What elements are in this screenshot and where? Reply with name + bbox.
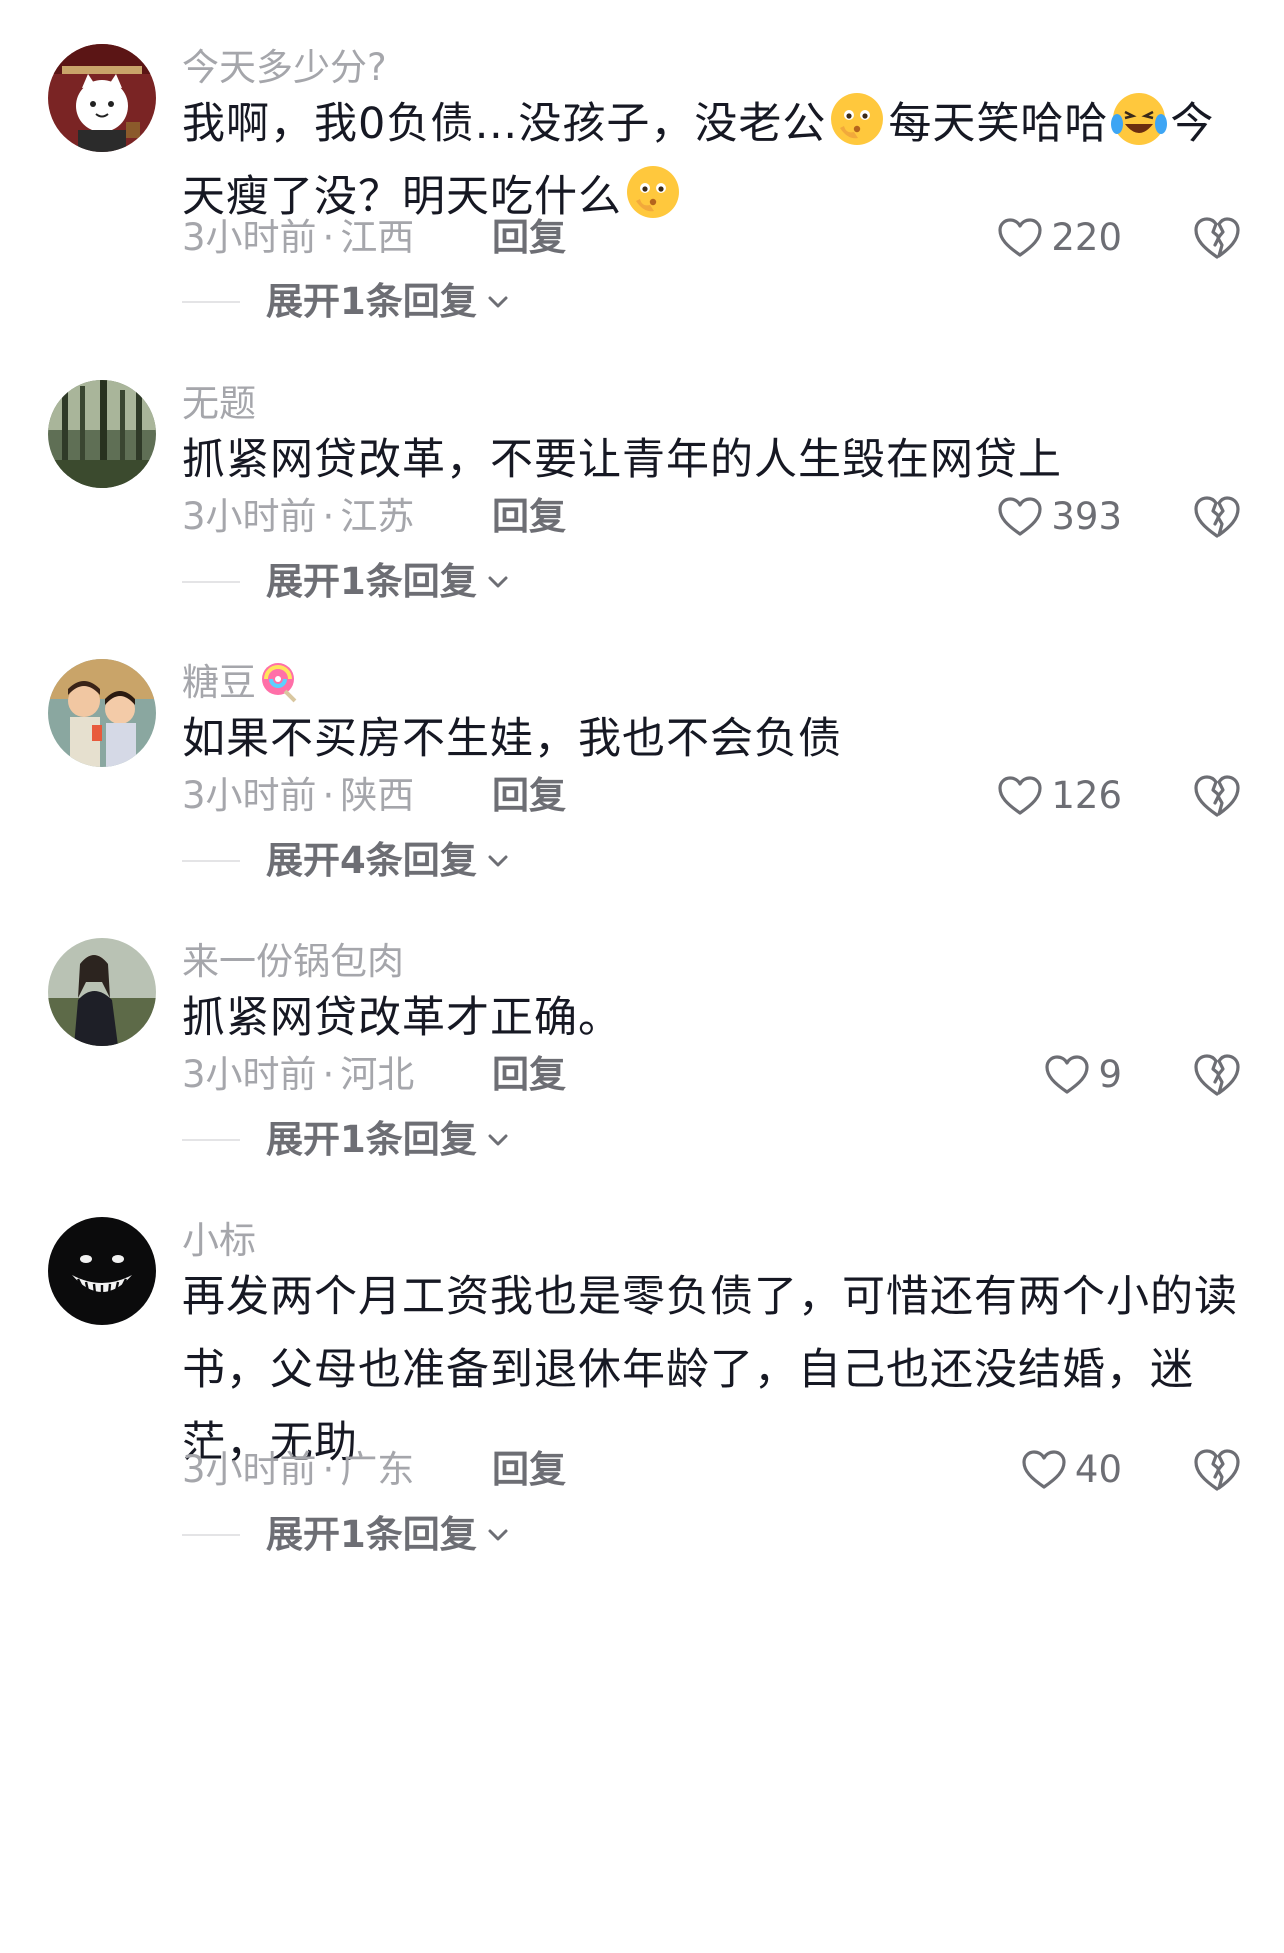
heart-outline-icon [998,776,1042,815]
divider-line [182,860,240,862]
comment-list: 今天多少分? 我啊，我0负债…没孩子，没老公 每天笑哈哈 今天瘦了没？明天吃什么 3… [0,0,1284,1953]
broken-heart-icon[interactable] [1192,493,1242,541]
expand-replies-label: 展开4条回复 [266,839,477,882]
reply-button[interactable]: 回复 [492,491,566,543]
meta-separator: · [322,1448,335,1491]
comment-meta: 3小时前 · 陕西 回复 126 [182,770,1242,822]
reply-button[interactable]: 回复 [492,1049,566,1101]
username[interactable]: 小标 [182,1215,256,1267]
comment-item: 今天多少分? 我啊，我0负债…没孩子，没老公 每天笑哈哈 今天瘦了没？明天吃什么 3… [0,42,1284,342]
like-button[interactable]: 126 [997,770,1122,822]
username[interactable]: 糖豆 [182,657,302,709]
username-text: 糖豆 [182,661,256,704]
avatar[interactable] [48,380,156,488]
chevron-down-icon [488,1134,508,1146]
meta-separator: · [322,495,335,538]
avatar[interactable] [48,659,156,767]
username[interactable]: 今天多少分? [182,42,387,94]
like-count: 393 [1051,495,1122,538]
comment-item: 来一份锅包肉 抓紧网贷改革才正确。 3小时前 · 河北 回复 9 展开1条回复 [0,936,1284,1186]
meta-separator: · [322,774,335,817]
expand-replies-label: 展开1条回复 [266,280,477,323]
timestamp-location: 3小时前 · 河北 [182,1049,414,1101]
comment-item: 糖豆 如果不买房不生娃，我也不会负债 3小时前 · 陕西 回复 126 展开4条回复 [0,657,1284,907]
username[interactable]: 无题 [182,378,256,430]
timestamp: 3小时前 [182,1448,317,1491]
expand-replies[interactable]: 展开1条回复 [182,1509,511,1561]
location: 江西 [340,216,415,259]
like-button[interactable]: 393 [997,491,1122,543]
chevron-down-icon [488,576,508,588]
comment-text: 抓紧网贷改革才正确。 [182,993,622,1043]
location: 陕西 [340,774,415,817]
comment-text-segment: 每天笑哈哈 [888,99,1109,149]
broken-heart-icon[interactable] [1192,1446,1242,1494]
comment-meta: 3小时前 · 江苏 回复 393 [182,491,1242,543]
timestamp-location: 3小时前 · 广东 [182,1444,414,1496]
timestamp-location: 3小时前 · 江西 [182,212,414,264]
expand-replies-label: 展开1条回复 [266,1118,477,1161]
username[interactable]: 来一份锅包肉 [182,936,404,988]
timestamp: 3小时前 [182,216,317,259]
timestamp: 3小时前 [182,774,317,817]
timestamp-location: 3小时前 · 江苏 [182,491,414,543]
like-count: 40 [1074,1448,1122,1491]
comment-item: 无题 抓紧网贷改革，不要让青年的人生毁在网贷上 3小时前 · 江苏 回复 393 展… [0,378,1284,628]
expand-replies[interactable]: 展开4条回复 [182,835,511,887]
location: 河北 [340,1053,415,1096]
expand-replies-label: 展开1条回复 [266,560,477,603]
avatar[interactable] [48,938,156,1046]
broken-heart-icon[interactable] [1192,214,1242,262]
lollipop-emoji [262,663,297,703]
heart-outline-icon [998,218,1042,257]
chevron-down-icon [488,296,508,308]
avatar[interactable] [48,1217,156,1325]
comment-meta: 3小时前 · 江西 回复 220 [182,212,1242,264]
divider-line [182,1534,240,1536]
like-count: 220 [1051,216,1122,259]
divider-line [182,1139,240,1141]
broken-heart-icon[interactable] [1192,1051,1242,1099]
expand-replies[interactable]: 展开1条回复 [182,276,511,328]
location: 江苏 [340,495,415,538]
divider-line [182,581,240,583]
heart-outline-icon [1045,1055,1090,1094]
avatar[interactable] [48,44,156,152]
broken-heart-icon[interactable] [1192,772,1242,820]
reply-button[interactable]: 回复 [492,212,566,264]
timestamp: 3小时前 [182,495,317,538]
like-count: 9 [1098,1053,1122,1096]
expand-replies-label: 展开1条回复 [266,1513,477,1556]
chevron-down-icon [488,855,508,867]
location: 广东 [340,1448,415,1491]
expand-replies[interactable]: 展开1条回复 [182,556,511,608]
reply-button[interactable]: 回复 [492,770,566,822]
comment-text: 如果不买房不生娃，我也不会负债 [182,714,842,764]
heart-outline-icon [1022,1450,1066,1489]
comment-text-segment: 我啊，我0负债…没孩子，没老公 [182,99,827,149]
timestamp: 3小时前 [182,1053,317,1096]
like-button[interactable]: 40 [1021,1444,1122,1496]
comment-meta: 3小时前 · 广东 回复 40 [182,1444,1242,1496]
thinking-face-emoji [831,93,884,145]
like-button[interactable]: 9 [1044,1049,1122,1101]
comment-meta: 3小时前 · 河北 回复 9 [182,1049,1242,1101]
timestamp-location: 3小时前 · 陕西 [182,770,414,822]
divider-line [182,301,240,303]
expand-replies[interactable]: 展开1条回复 [182,1114,511,1166]
laughing-crying-emoji [1111,93,1168,145]
chevron-down-icon [488,1529,508,1541]
meta-separator: · [322,1053,335,1096]
heart-outline-icon [998,497,1042,536]
comment-item: 小标 再发两个月工资我也是零负债了，可惜还有两个小的读书，父母也准备到退休年龄了… [0,1215,1284,1953]
comment-text: 抓紧网贷改革，不要让青年的人生毁在网贷上 [182,435,1062,485]
reply-button[interactable]: 回复 [492,1444,566,1496]
meta-separator: · [322,216,335,259]
like-count: 126 [1051,774,1122,817]
like-button[interactable]: 220 [997,212,1122,264]
